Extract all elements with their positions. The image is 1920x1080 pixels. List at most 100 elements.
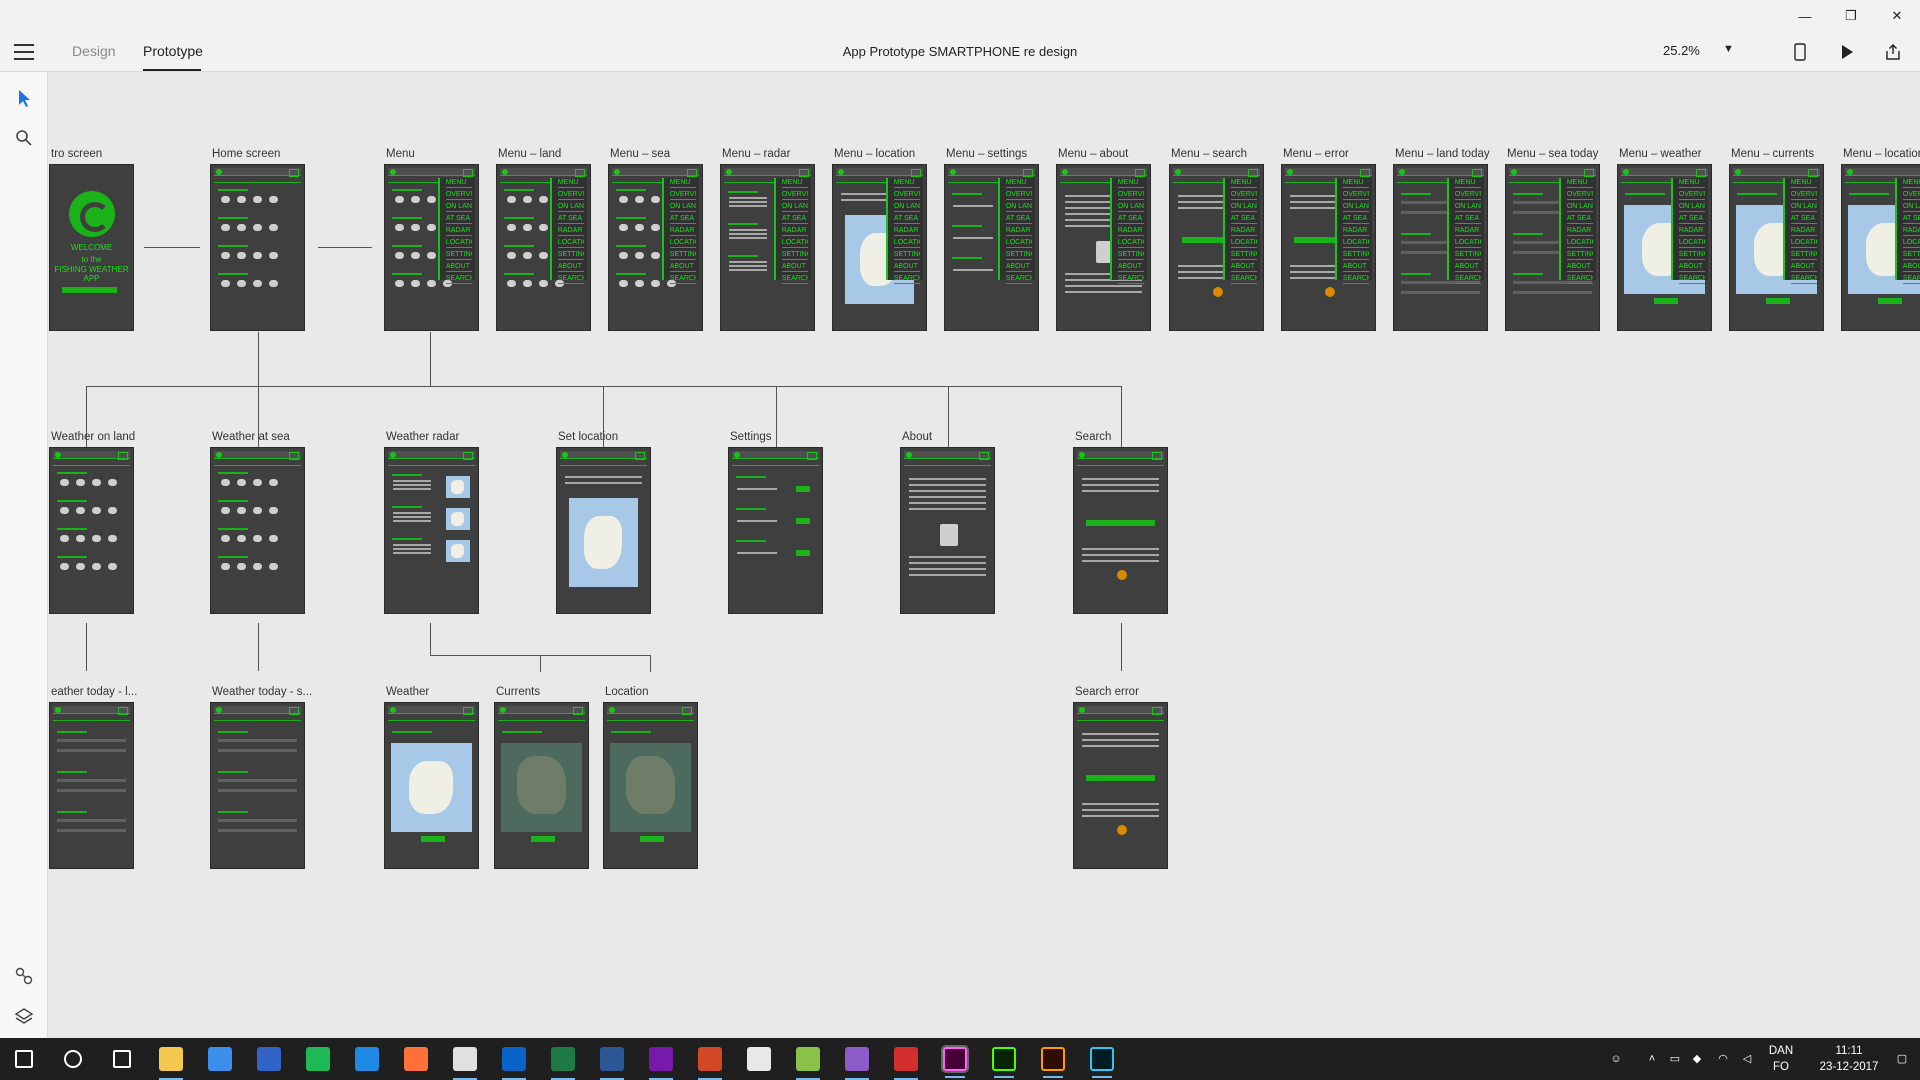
artboard-row3-0[interactable] (49, 702, 134, 869)
artboard-label[interactable]: Weather at sea (212, 431, 290, 443)
artboard-label[interactable]: Weather radar (386, 431, 459, 443)
artboard-label[interactable]: Menu – currents (1731, 148, 1814, 160)
artboard-row2-5[interactable] (900, 447, 995, 614)
artboard-label[interactable]: Menu – search (1171, 148, 1247, 160)
artboard-label[interactable]: Weather (386, 686, 429, 698)
device-preview-icon[interactable] (1790, 42, 1810, 62)
artboard-label[interactable]: Menu – location (1843, 148, 1920, 160)
podcast-icon[interactable] (845, 1047, 869, 1080)
artboard-row2-1[interactable] (210, 447, 305, 614)
artboard-row1-9[interactable]: MENU OVERVIEW ON LAND AT SEA RADAR LOCATION SE… (1169, 164, 1264, 331)
notepad-icon[interactable] (796, 1047, 820, 1080)
artboard-label[interactable]: tro screen (51, 148, 102, 160)
artboard-row1-0[interactable]: WELCOME to the FISHING WEATHER APP (49, 164, 134, 331)
connect-icon[interactable] (14, 966, 34, 986)
artboard-row1-5[interactable]: MENU OVERVIEW ON LAND AT SEA RADAR LOCATION SE… (720, 164, 815, 331)
artboard-row1-2[interactable]: MENU OVERVIEW ON LAND AT SEA RADAR LOCATION SE… (384, 164, 479, 331)
edge-icon[interactable] (355, 1047, 379, 1071)
artboard-row3-1[interactable] (210, 702, 305, 869)
layers-icon[interactable] (14, 1006, 34, 1026)
artboard-row1-11[interactable]: MENU OVERVIEW ON LAND AT SEA RADAR LOCATION SE… (1393, 164, 1488, 331)
artboard-row1-8[interactable]: MENU OVERVIEW ON LAND AT SEA RADAR LOCATION SE… (1056, 164, 1151, 331)
artboard-label[interactable]: Search error (1075, 686, 1139, 698)
dreamweaver-icon[interactable] (992, 1047, 1016, 1078)
artboard-label[interactable]: Menu – settings (946, 148, 1027, 160)
people-icon[interactable]: ☺ (1608, 1051, 1624, 1067)
outlook-icon[interactable] (502, 1047, 526, 1080)
spotify-icon[interactable] (306, 1047, 330, 1071)
firefox-icon[interactable] (404, 1047, 428, 1071)
artboard-row2-2[interactable] (384, 447, 479, 614)
artboard-label[interactable]: Menu – about (1058, 148, 1128, 160)
store-icon[interactable] (208, 1047, 232, 1071)
artboard-row1-4[interactable]: MENU OVERVIEW ON LAND AT SEA RADAR LOCATION SE… (608, 164, 703, 331)
artboard-label[interactable]: Menu – land (498, 148, 561, 160)
windows-start-icon[interactable] (15, 1050, 33, 1068)
artboard-label[interactable]: Home screen (212, 148, 280, 160)
artboard-label[interactable]: Currents (496, 686, 540, 698)
artboard-label[interactable]: Menu – land today (1395, 148, 1490, 160)
play-icon[interactable] (1837, 42, 1857, 62)
volume-icon[interactable]: ◁ (1739, 1051, 1755, 1067)
powerpoint-icon[interactable] (698, 1047, 722, 1080)
illustrator-icon[interactable] (1041, 1047, 1065, 1078)
adobe-xd-icon[interactable] (941, 1045, 969, 1078)
artboard-row3-5[interactable] (1073, 702, 1168, 869)
language-indicator[interactable]: DAN FO (1766, 1043, 1796, 1075)
artboard-row1-14[interactable]: MENU OVERVIEW ON LAND AT SEA RADAR LOCATION SE… (1729, 164, 1824, 331)
word-icon[interactable] (600, 1047, 624, 1080)
vpn-icon[interactable] (894, 1047, 918, 1080)
artboard-label[interactable]: eather today - l... (51, 686, 137, 698)
chevron-down-icon[interactable]: ▼ (1723, 43, 1734, 55)
artboard-row1-15[interactable]: MENU OVERVIEW ON LAND AT SEA RADAR LOCATION SE… (1841, 164, 1920, 331)
calculator-icon[interactable] (747, 1047, 771, 1071)
dropbox-icon[interactable]: ◆ (1689, 1051, 1705, 1067)
artboard-row2-6[interactable] (1073, 447, 1168, 614)
artboard-label[interactable]: Location (605, 686, 648, 698)
search-icon[interactable] (14, 128, 34, 148)
artboard-label[interactable]: Menu – radar (722, 148, 790, 160)
artboard-row2-0[interactable] (49, 447, 134, 614)
restore-button[interactable]: ❐ (1828, 0, 1874, 32)
photoshop-icon[interactable] (1090, 1047, 1114, 1078)
artboard-row3-2[interactable] (384, 702, 479, 869)
artboard-row2-4[interactable] (728, 447, 823, 614)
chrome-icon[interactable] (453, 1047, 477, 1080)
onenote-icon[interactable] (649, 1047, 673, 1080)
search-icon[interactable] (64, 1050, 82, 1068)
select-arrow-icon[interactable] (14, 88, 34, 108)
chevron-up-icon[interactable]: ˄ (1644, 1051, 1660, 1067)
artboard-label[interactable]: Search (1075, 431, 1111, 443)
artboard-row3-4[interactable] (603, 702, 698, 869)
artboard-label[interactable]: Settings (730, 431, 772, 443)
share-icon[interactable] (1883, 42, 1903, 62)
close-button[interactable]: ✕ (1874, 0, 1920, 32)
artboard-row3-3[interactable] (494, 702, 589, 869)
artboard-row1-10[interactable]: MENU OVERVIEW ON LAND AT SEA RADAR LOCATION SE… (1281, 164, 1376, 331)
artboard-label[interactable]: Weather today - s... (212, 686, 312, 698)
notifications-icon[interactable]: ▢ (1894, 1051, 1910, 1067)
artboard-row1-6[interactable]: MENU OVERVIEW ON LAND AT SEA RADAR LOCATION SE… (832, 164, 927, 331)
artboard-row1-13[interactable]: MENU OVERVIEW ON LAND AT SEA RADAR LOCATION SE… (1617, 164, 1712, 331)
wifi-icon[interactable]: ◠ (1715, 1051, 1731, 1067)
excel-icon[interactable] (551, 1047, 575, 1080)
artboard-label[interactable]: Menu – sea (610, 148, 670, 160)
artboard-label[interactable]: Weather on land (51, 431, 135, 443)
artboard-label[interactable]: About (902, 431, 932, 443)
artboard-label[interactable]: Menu (386, 148, 415, 160)
artboard-row2-3[interactable] (556, 447, 651, 614)
artboard-label[interactable]: Menu – location (834, 148, 915, 160)
artboard-label[interactable]: Menu – error (1283, 148, 1349, 160)
artboard-row1-3[interactable]: MENU OVERVIEW ON LAND AT SEA RADAR LOCATION SE… (496, 164, 591, 331)
artboard-label[interactable]: Menu – weather (1619, 148, 1701, 160)
prototype-canvas[interactable]: tro screen Home screen Menu Menu – land Menu… (49, 73, 1920, 1038)
password-manager-icon[interactable] (257, 1047, 281, 1071)
zoom-level[interactable]: 25.2% (1663, 43, 1700, 58)
file-explorer-icon[interactable] (159, 1047, 183, 1080)
artboard-label[interactable]: Set location (558, 431, 618, 443)
minimize-button[interactable]: — (1782, 0, 1828, 32)
artboard-row1-7[interactable]: MENU OVERVIEW ON LAND AT SEA RADAR LOCATION SE… (944, 164, 1039, 331)
clock[interactable]: 11:11 23-12-2017 (1812, 1043, 1886, 1075)
battery-icon[interactable]: ▭ (1667, 1051, 1683, 1067)
artboard-row1-12[interactable]: MENU OVERVIEW ON LAND AT SEA RADAR LOCATION SE… (1505, 164, 1600, 331)
